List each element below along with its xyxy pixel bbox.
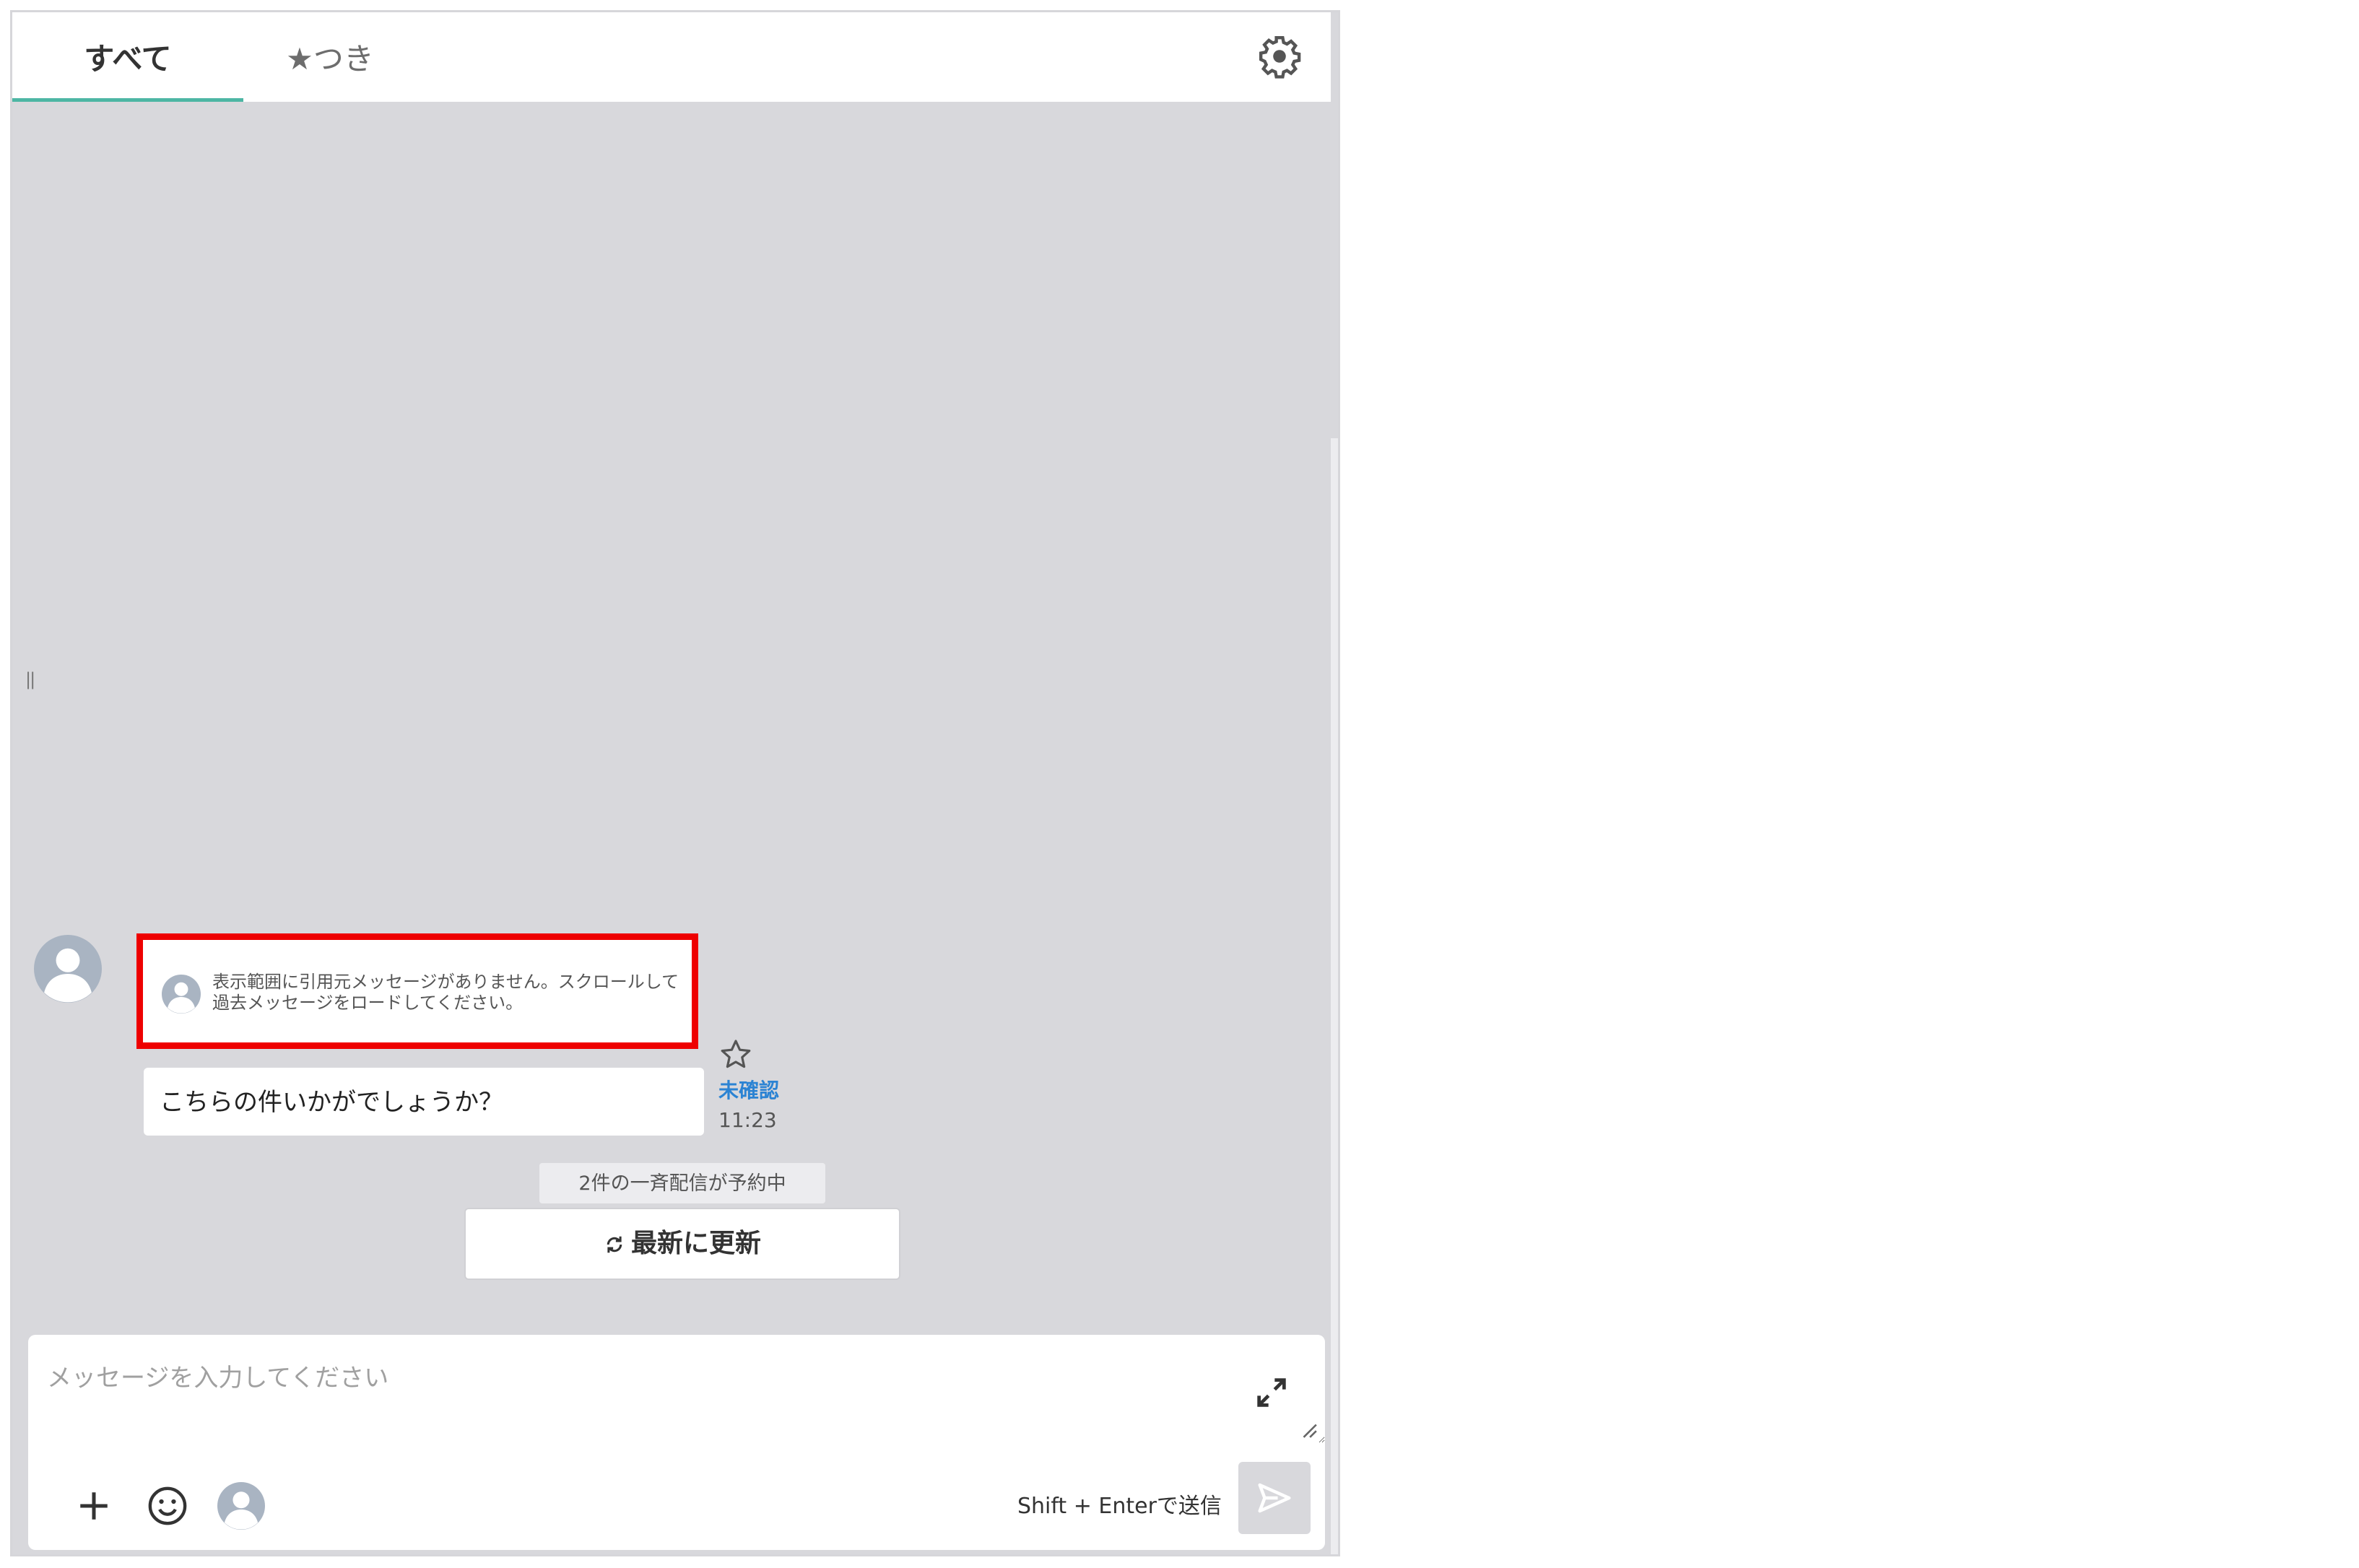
resize-handle[interactable]: || (25, 669, 35, 689)
avatar-icon[interactable] (217, 1482, 265, 1530)
tab-all[interactable]: すべて (12, 12, 243, 102)
refresh-button-label: 最新に更新 (630, 1229, 761, 1258)
tab-bar: すべて ★つき (12, 12, 1331, 102)
refresh-icon (607, 1236, 622, 1253)
star-outline-icon[interactable] (718, 1037, 753, 1072)
plus-icon[interactable] (76, 1488, 112, 1524)
tab-starred[interactable]: ★つき (265, 12, 395, 102)
message-timestamp: 11:23 (718, 1108, 777, 1132)
message-input[interactable] (28, 1335, 1325, 1443)
refresh-button[interactable]: 最新に更新 (464, 1208, 900, 1280)
scheduled-broadcast-notice: 2件の一斉配信が予約中 (539, 1163, 825, 1203)
send-button[interactable] (1238, 1462, 1311, 1534)
send-shortcut-hint: Shift + Enterで送信 (1017, 1494, 1222, 1519)
smiley-icon[interactable] (147, 1485, 188, 1527)
quote-notice-text: 表示範囲に引用元メッセージがありません。スクロールして過去メッセージをロードして… (212, 972, 679, 1013)
tab-starred-label: ★つき (286, 41, 374, 77)
tab-all-label: すべて (84, 41, 172, 77)
quoted-message-box[interactable]: 表示範囲に引用元メッセージがありません。スクロールして過去メッセージをロードして… (136, 933, 698, 1049)
sender-avatar[interactable] (34, 935, 102, 1003)
send-icon (1258, 1483, 1291, 1513)
textarea-resize-icon[interactable] (1299, 1420, 1318, 1439)
scrollbar[interactable] (1331, 438, 1338, 1554)
gear-icon[interactable] (1257, 34, 1302, 79)
message-bubble[interactable]: こちらの件いかがでしょうか？ (144, 1068, 704, 1136)
quote-avatar-icon (162, 975, 201, 1014)
read-status-label[interactable]: 未確認 (718, 1075, 779, 1104)
expand-icon[interactable] (1253, 1374, 1290, 1411)
active-tab-indicator (12, 98, 243, 102)
chat-panel: すべて ★つき || 表示範囲に引用元メッセージがありません。スクロールして過去… (10, 10, 1340, 1556)
message-composer: Shift + Enterで送信 (28, 1335, 1325, 1550)
